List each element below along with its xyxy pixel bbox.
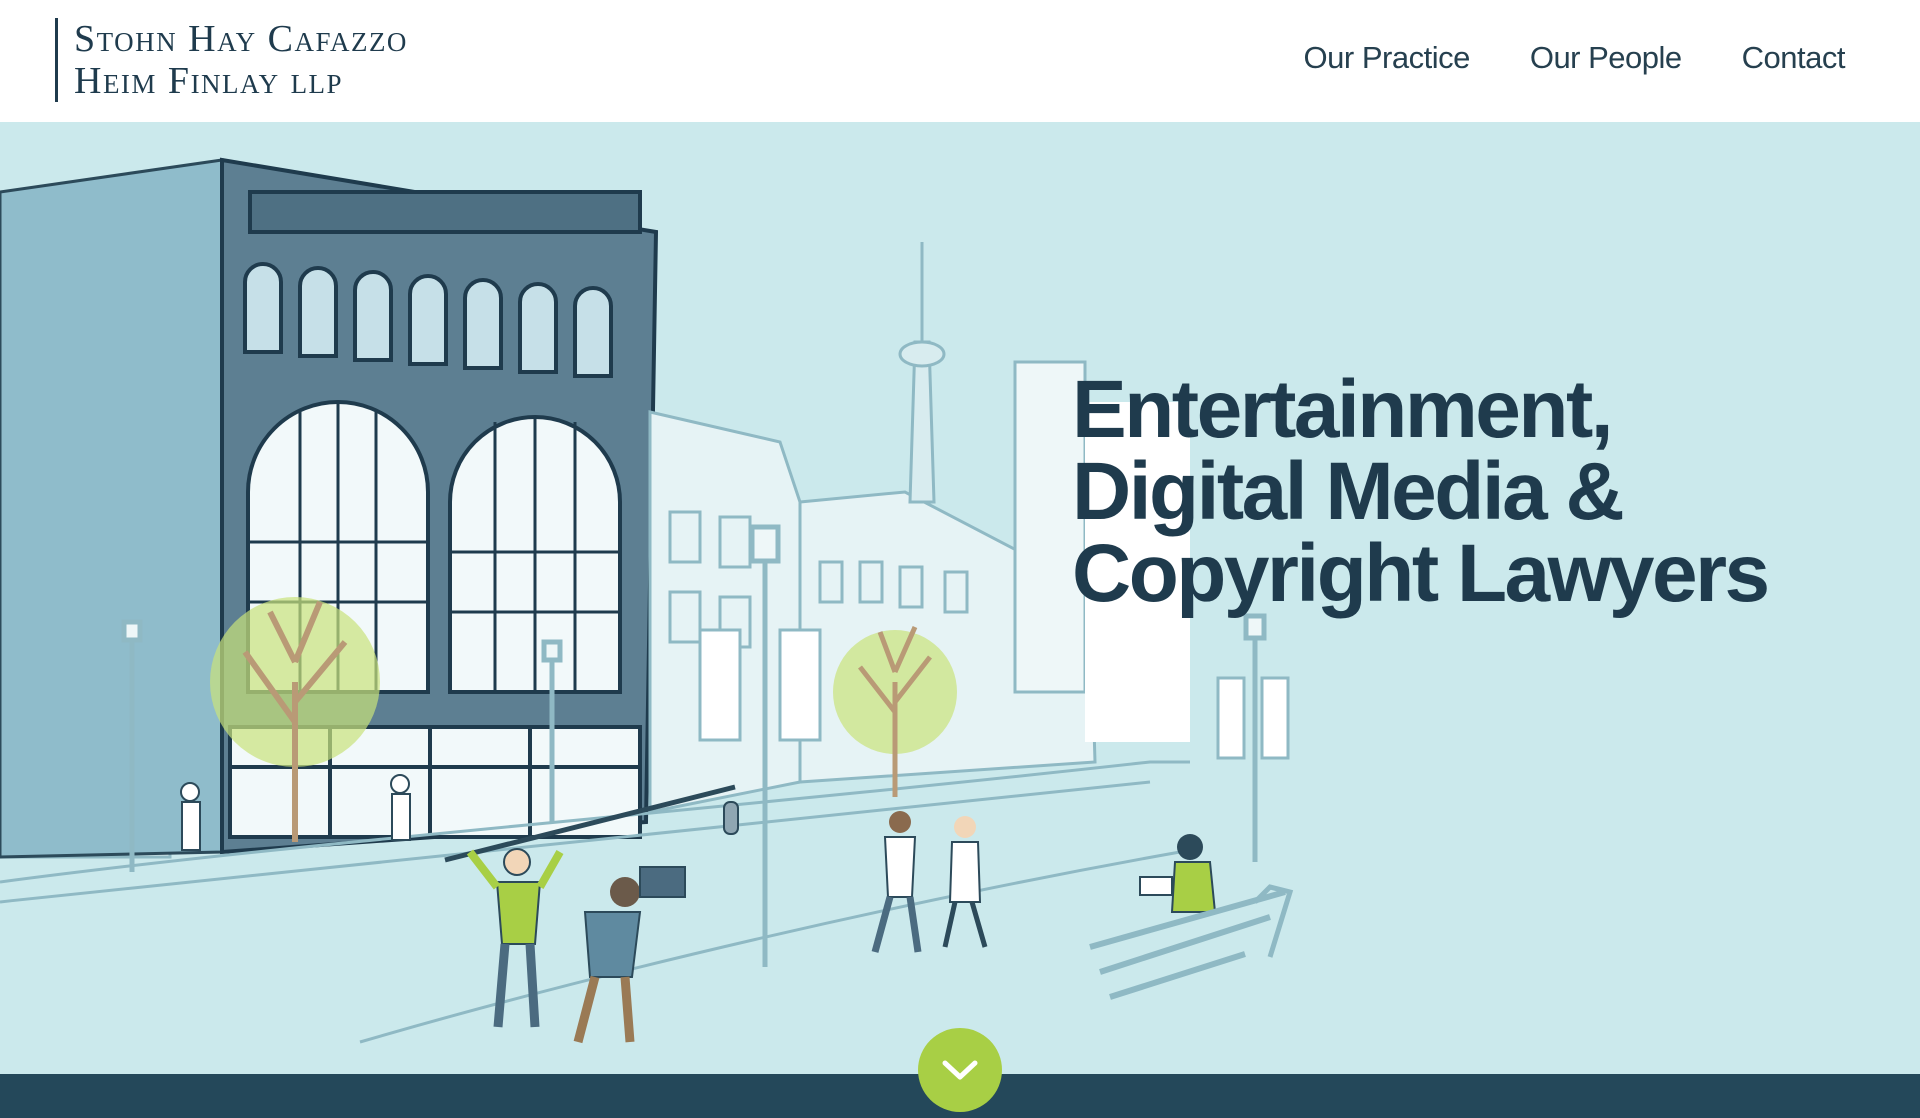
site-header: Stohn Hay Cafazzo Heim Finlay llp Our Pr… — [0, 0, 1920, 122]
logo-line-1: Stohn Hay Cafazzo — [74, 18, 408, 60]
logo-line-2: Heim Finlay llp — [74, 60, 344, 102]
building-side-wall — [0, 158, 224, 859]
headline-line-1: Entertainment, — [1072, 363, 1614, 455]
headline-line-2: Digital Media & — [1072, 445, 1625, 537]
nav-contact[interactable]: Contact — [1742, 40, 1846, 76]
hero-section: Entertainment, Digital Media & Copyright… — [0, 122, 1920, 1074]
hero-headline: Entertainment, Digital Media & Copyright… — [1072, 363, 1770, 619]
scroll-down-button[interactable] — [918, 1028, 1002, 1112]
chevron-down-icon — [942, 1060, 978, 1080]
nav-our-people[interactable]: Our People — [1530, 40, 1682, 76]
cn-tower — [898, 242, 946, 504]
main-nav: Our Practice Our People Contact — [1304, 40, 1846, 76]
nav-our-practice[interactable]: Our Practice — [1304, 40, 1471, 76]
firm-logo[interactable]: Stohn Hay Cafazzo Heim Finlay llp — [55, 18, 408, 102]
headline-line-3: Copyright Lawyers — [1072, 527, 1770, 619]
